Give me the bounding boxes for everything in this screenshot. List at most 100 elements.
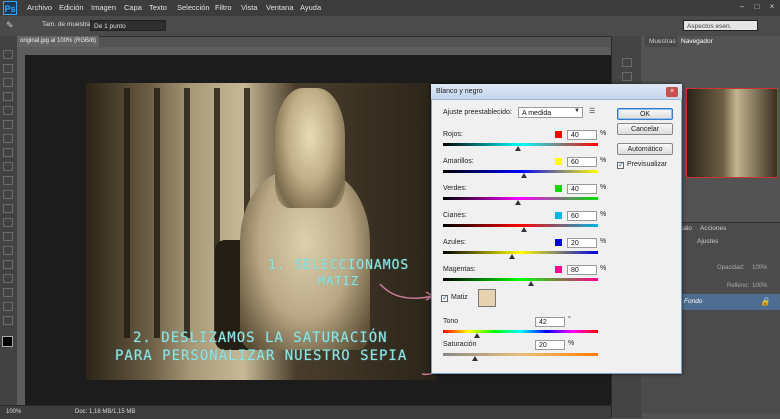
channel-value-amarillos[interactable]: 60 bbox=[567, 157, 597, 167]
zoom-tool-icon[interactable] bbox=[3, 316, 13, 325]
maximize-button[interactable]: □ bbox=[752, 2, 762, 12]
menu-filtro[interactable]: Filtro bbox=[215, 3, 232, 12]
slider-thumb-azules[interactable] bbox=[509, 254, 515, 259]
properties-panel-icon[interactable] bbox=[622, 72, 632, 81]
annotation-step1-line2: MATIZ bbox=[318, 274, 360, 288]
slider-thumb-cianes[interactable] bbox=[521, 227, 527, 232]
tint-color-swatch[interactable] bbox=[478, 289, 496, 307]
channel-slider-azules[interactable] bbox=[443, 251, 598, 254]
blur-tool-icon[interactable] bbox=[3, 218, 13, 227]
menu-seleccion[interactable]: Selección bbox=[177, 3, 210, 12]
menu-ventana[interactable]: Ventana bbox=[266, 3, 294, 12]
close-window-button[interactable]: × bbox=[767, 2, 777, 12]
move-tool-icon[interactable] bbox=[3, 50, 13, 59]
navigator-thumbnail[interactable] bbox=[686, 88, 778, 178]
eraser-tool-icon[interactable] bbox=[3, 190, 13, 199]
minimize-button[interactable]: – bbox=[737, 2, 747, 12]
menu-vista[interactable]: Vista bbox=[241, 3, 258, 12]
tab-muestras[interactable]: Muestras bbox=[645, 36, 680, 47]
chevron-down-icon[interactable]: ▼ bbox=[574, 108, 580, 114]
degree-sign: ° bbox=[568, 316, 571, 323]
channel-value-cianes[interactable]: 60 bbox=[567, 211, 597, 221]
percent-sign: % bbox=[600, 157, 607, 164]
layer-name: Fondo bbox=[684, 298, 703, 305]
foreground-color-swatch[interactable] bbox=[2, 336, 13, 347]
brush-tool-icon[interactable] bbox=[3, 148, 13, 157]
eyedropper-tool-icon[interactable]: ✎ bbox=[6, 20, 14, 31]
hue-slider[interactable] bbox=[443, 330, 598, 333]
zoom-level[interactable]: 100% bbox=[6, 406, 21, 419]
pen-tool-icon[interactable] bbox=[3, 246, 13, 255]
menu-texto[interactable]: Texto bbox=[149, 3, 167, 12]
percent-sign: % bbox=[600, 211, 607, 218]
channel-label-azules: Azules: bbox=[443, 239, 466, 246]
type-tool-icon[interactable] bbox=[3, 260, 13, 269]
cancel-button[interactable]: Cancelar bbox=[617, 123, 673, 135]
sample-size-dropdown[interactable]: De 1 punto bbox=[90, 20, 166, 31]
channel-value-azules[interactable]: 20 bbox=[567, 238, 597, 248]
gradient-tool-icon[interactable] bbox=[3, 204, 13, 213]
channel-swatch-azules bbox=[555, 239, 562, 246]
workspace-dropdown[interactable]: Aspectos esen. bbox=[683, 20, 758, 31]
history-brush-icon[interactable] bbox=[3, 176, 13, 185]
tint-label: Matiz bbox=[451, 294, 468, 301]
slider-thumb-verdes[interactable] bbox=[515, 200, 521, 205]
hue-slider-thumb[interactable] bbox=[474, 333, 480, 338]
tab-ajustes[interactable]: Ajustes bbox=[693, 236, 722, 247]
photo-subject-hair bbox=[275, 88, 345, 208]
opacity-label: Opacidad: bbox=[717, 265, 745, 271]
menu-archivo[interactable]: Archivo bbox=[27, 3, 52, 12]
dodge-tool-icon[interactable] bbox=[3, 232, 13, 241]
path-select-icon[interactable] bbox=[3, 274, 13, 283]
menu-ayuda[interactable]: Ayuda bbox=[300, 3, 321, 12]
document-tab[interactable]: original.jpg al 100% (RGB/8) bbox=[17, 36, 99, 47]
crop-tool-icon[interactable] bbox=[3, 106, 13, 115]
slider-thumb-rojos[interactable] bbox=[515, 146, 521, 151]
lasso-tool-icon[interactable] bbox=[3, 78, 13, 87]
auto-button[interactable]: Automático bbox=[617, 143, 673, 155]
ok-button[interactable]: OK bbox=[617, 108, 673, 120]
quick-select-tool-icon[interactable] bbox=[3, 92, 13, 101]
annotation-arrow-1 bbox=[379, 283, 435, 301]
photoshop-logo-icon: Ps bbox=[3, 1, 17, 15]
history-panel-icon[interactable] bbox=[622, 58, 632, 67]
channel-label-verdes: Verdes: bbox=[443, 185, 467, 192]
slider-thumb-amarillos[interactable] bbox=[521, 173, 527, 178]
tools-panel bbox=[0, 36, 18, 418]
fill-value[interactable]: 100% bbox=[752, 283, 767, 289]
saturation-value-field[interactable]: 20 bbox=[535, 340, 565, 350]
eyedropper-icon[interactable] bbox=[3, 120, 13, 129]
layer-row-fondo[interactable]: Fondo 🔒 bbox=[676, 294, 780, 310]
preset-options-icon[interactable]: ☰ bbox=[589, 107, 595, 115]
tint-checkbox[interactable]: ✓ bbox=[441, 295, 448, 302]
tab-navegador[interactable]: Navegador bbox=[677, 36, 717, 47]
saturation-label: Saturación bbox=[443, 341, 477, 348]
channel-slider-magentas[interactable] bbox=[443, 278, 598, 281]
lock-icon: 🔒 bbox=[760, 297, 770, 306]
menu-imagen[interactable]: Imagen bbox=[91, 3, 116, 12]
menu-edicion[interactable]: Edición bbox=[59, 3, 84, 12]
annotation-step1-line1: 1. SELECCIONAMOS bbox=[268, 258, 410, 273]
doc-size: Doc: 1,16 MB/1,15 MB bbox=[75, 409, 136, 415]
preview-checkbox[interactable]: ✓ bbox=[617, 162, 624, 169]
channel-value-magentas[interactable]: 80 bbox=[567, 265, 597, 275]
saturation-slider-thumb[interactable] bbox=[472, 356, 478, 361]
channel-swatch-verdes bbox=[555, 185, 562, 192]
channel-value-rojos[interactable]: 40 bbox=[567, 130, 597, 140]
slider-thumb-magentas[interactable] bbox=[528, 281, 534, 286]
hue-value-field[interactable]: 42 bbox=[535, 317, 565, 327]
shape-tool-icon[interactable] bbox=[3, 288, 13, 297]
clone-stamp-icon[interactable] bbox=[3, 162, 13, 171]
channel-swatch-amarillos bbox=[555, 158, 562, 165]
channel-value-verdes[interactable]: 40 bbox=[567, 184, 597, 194]
marquee-tool-icon[interactable] bbox=[3, 64, 13, 73]
healing-brush-icon[interactable] bbox=[3, 134, 13, 143]
menu-capa[interactable]: Capa bbox=[124, 3, 142, 12]
tab-acciones[interactable]: Acciones bbox=[696, 223, 730, 234]
dialog-close-button[interactable]: × bbox=[666, 87, 678, 97]
hand-tool-icon[interactable] bbox=[3, 302, 13, 311]
opacity-value[interactable]: 100% bbox=[752, 265, 767, 271]
percent-sign: % bbox=[600, 130, 607, 137]
saturation-slider[interactable] bbox=[443, 353, 598, 356]
channel-label-magentas: Magentas: bbox=[443, 266, 476, 273]
